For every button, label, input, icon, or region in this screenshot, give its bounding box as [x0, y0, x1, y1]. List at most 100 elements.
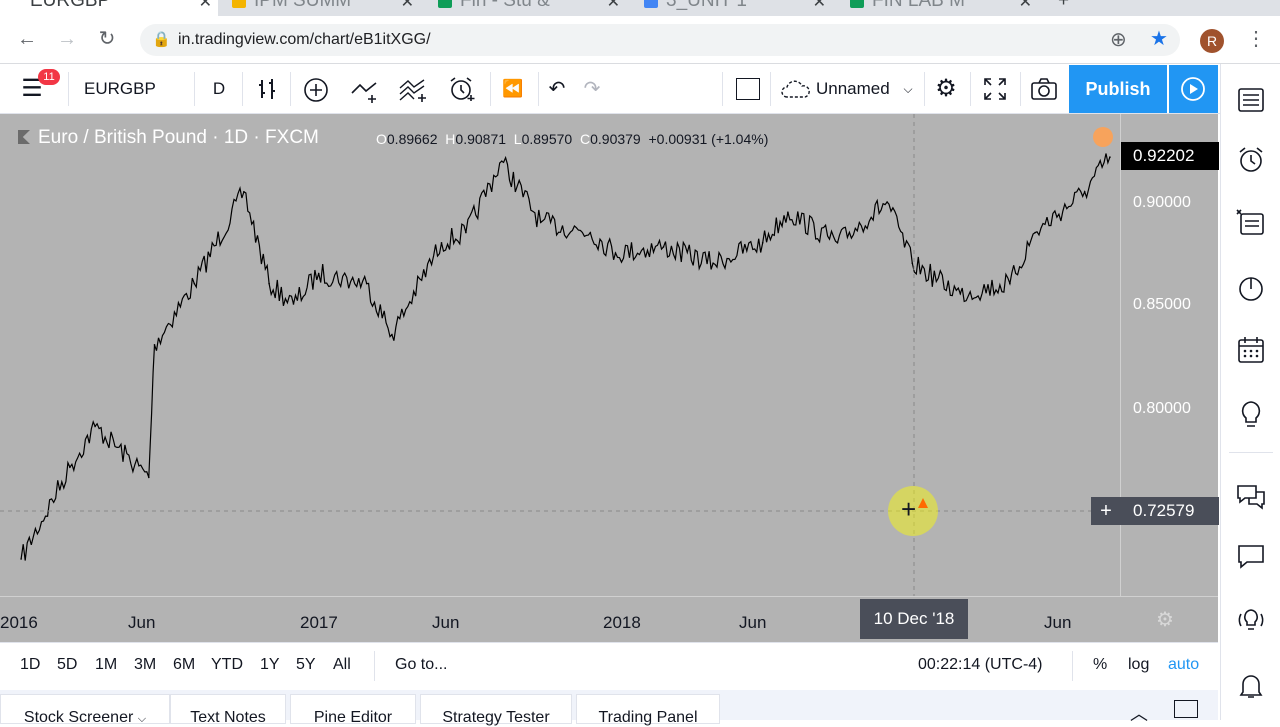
hotlist-icon[interactable] [1235, 272, 1267, 304]
fullscreen-box-icon[interactable] [736, 78, 760, 100]
lock-icon: 🔒 [152, 31, 171, 48]
url-text[interactable]: in.tradingview.com/chart/eB1itXGG/ [178, 31, 431, 49]
templates-icon[interactable] [398, 76, 430, 102]
range-6m[interactable]: 6M [173, 656, 195, 674]
close-icon[interactable]: ✕ [401, 0, 414, 12]
streams-icon[interactable] [1235, 604, 1267, 636]
range-bar: 1D 5D 1M 3M 6M YTD 1Y 5Y All Go to... 00… [0, 642, 1218, 688]
tab-ipm[interactable]: IPM SUMM ✕ [224, 0, 420, 16]
chats-icon[interactable] [1235, 480, 1267, 512]
chart-canvas[interactable] [0, 114, 1120, 596]
play-icon [1181, 77, 1205, 101]
add-alert-plus-icon[interactable]: + [1091, 497, 1121, 525]
close-icon[interactable]: ✕ [607, 0, 620, 12]
watchlist-icon[interactable] [1235, 84, 1267, 116]
redo-icon[interactable]: ↷ [580, 76, 604, 102]
axis-settings-icon[interactable]: ⚙ [1156, 607, 1174, 632]
time-axis[interactable]: 2016 Jun 2017 Jun 2018 Jun Jun 10 Dec '1… [0, 596, 1218, 642]
data-window-icon[interactable] [1235, 206, 1267, 238]
auto-scale-toggle[interactable]: auto [1168, 656, 1199, 674]
symbol-title: Euro / British Pound · 1D · FXCM [38, 127, 319, 148]
price-tick: 0.80000 [1133, 400, 1191, 417]
maximize-panel-icon[interactable] [1174, 700, 1198, 718]
tab-strategy-tester-label: Strategy Tester [442, 709, 550, 726]
price-axis[interactable]: 0.90000 0.85000 0.80000 0.92202 0.72579 … [1091, 114, 1219, 596]
compare-icon[interactable] [350, 77, 382, 103]
price-point [1083, 191, 1086, 193]
price-point [911, 262, 914, 264]
back-button[interactable]: ← [12, 24, 42, 54]
range-ytd[interactable]: YTD [211, 656, 243, 674]
tab-fin-lab-label: FIN LAB M [872, 0, 965, 11]
price-point [1034, 231, 1036, 234]
omnibox[interactable]: 🔒 in.tradingview.com/chart/eB1itXGG/ ⊕ ★ [140, 24, 1180, 56]
crosshair-cursor-icon: + [901, 494, 917, 524]
price-point [317, 272, 320, 275]
status-dot-icon [1093, 127, 1113, 147]
tab-eurgbp[interactable]: EURGBP ✕ [0, 0, 218, 16]
alert-icon[interactable] [447, 75, 477, 101]
tab-fin-lab[interactable]: FIN LAB M ✕ [842, 0, 1038, 16]
cloud-icon [781, 80, 810, 98]
add-icon[interactable]: ⊕ [1110, 27, 1127, 52]
price-point [959, 293, 962, 295]
range-5y[interactable]: 5Y [296, 656, 316, 674]
low-value: 0.89570 [521, 131, 573, 147]
price-point [268, 282, 270, 285]
close-icon[interactable]: ✕ [813, 0, 826, 12]
calendar-icon[interactable] [1235, 334, 1267, 366]
interval-selector[interactable]: D [208, 76, 230, 102]
time-tick: Jun [739, 613, 767, 632]
price-point [292, 303, 295, 305]
range-1m[interactable]: 1M [95, 656, 117, 674]
price-line [20, 153, 1111, 561]
menu-dots-icon[interactable]: ⋮ [1246, 26, 1266, 51]
publish-button[interactable]: Publish [1069, 65, 1167, 113]
price-point [148, 476, 150, 479]
replay-play-button[interactable] [1169, 65, 1218, 113]
close-icon[interactable]: ✕ [1019, 0, 1032, 12]
ideas-lightbulb-icon[interactable] [1235, 398, 1267, 430]
new-tab-button[interactable]: + [1058, 0, 1082, 16]
notification-badge: 11 [38, 69, 60, 85]
range-all[interactable]: All [333, 656, 351, 674]
chat-bubble-icon[interactable] [1235, 540, 1267, 572]
range-5d[interactable]: 5D [57, 656, 77, 674]
open-label: O [376, 131, 387, 147]
range-1y[interactable]: 1Y [260, 656, 280, 674]
chevron-down-icon: ⌵ [137, 713, 147, 725]
layout-name[interactable]: Unnamed [816, 76, 896, 102]
bell-icon[interactable] [1235, 670, 1267, 702]
tab-unit1[interactable]: 3_UNIT 1 ✕ [636, 0, 832, 16]
tab-fin-stu[interactable]: Fin - Stu & ✕ [430, 0, 626, 16]
avatar[interactable]: R [1200, 29, 1224, 53]
bars-style-icon[interactable] [256, 77, 280, 103]
clock-timezone[interactable]: 00:22:14 (UTC-4) [918, 656, 1043, 674]
tab-ipm-label: IPM SUMM [254, 0, 352, 11]
chevron-down-icon[interactable]: ⌵ [900, 76, 916, 102]
log-scale-toggle[interactable]: log [1128, 656, 1149, 674]
percent-scale-toggle[interactable]: % [1093, 656, 1107, 674]
price-point [243, 191, 245, 193]
gear-icon[interactable]: ⚙ [932, 76, 960, 102]
indicators-icon[interactable] [303, 77, 329, 103]
star-icon[interactable]: ★ [1150, 26, 1168, 51]
tab-stock-screener-label: Stock Screener [23, 709, 134, 726]
replay-icon[interactable]: ⏪ [500, 76, 526, 102]
reload-button[interactable]: ↻ [92, 24, 122, 54]
right-sidebar [1220, 64, 1280, 720]
forward-button[interactable]: → [52, 24, 82, 54]
chevron-up-icon[interactable]: ︿ [1130, 700, 1148, 726]
price-tick: 0.90000 [1133, 194, 1191, 211]
symbol-search[interactable]: EURGBP [84, 76, 156, 102]
range-1d[interactable]: 1D [20, 656, 40, 674]
range-3m[interactable]: 3M [134, 656, 156, 674]
fullscreen-icon[interactable] [983, 77, 1007, 103]
undo-icon[interactable]: ↶ [545, 76, 569, 102]
camera-icon[interactable] [1030, 77, 1058, 103]
chart-pane[interactable]: Euro / British Pound · 1D · FXCM O0.8966… [0, 114, 1120, 596]
alarm-clock-icon[interactable] [1235, 144, 1267, 176]
goto-button[interactable]: Go to... [395, 656, 447, 674]
close-icon[interactable]: ✕ [199, 0, 212, 12]
time-tick: 2016 [0, 613, 38, 632]
